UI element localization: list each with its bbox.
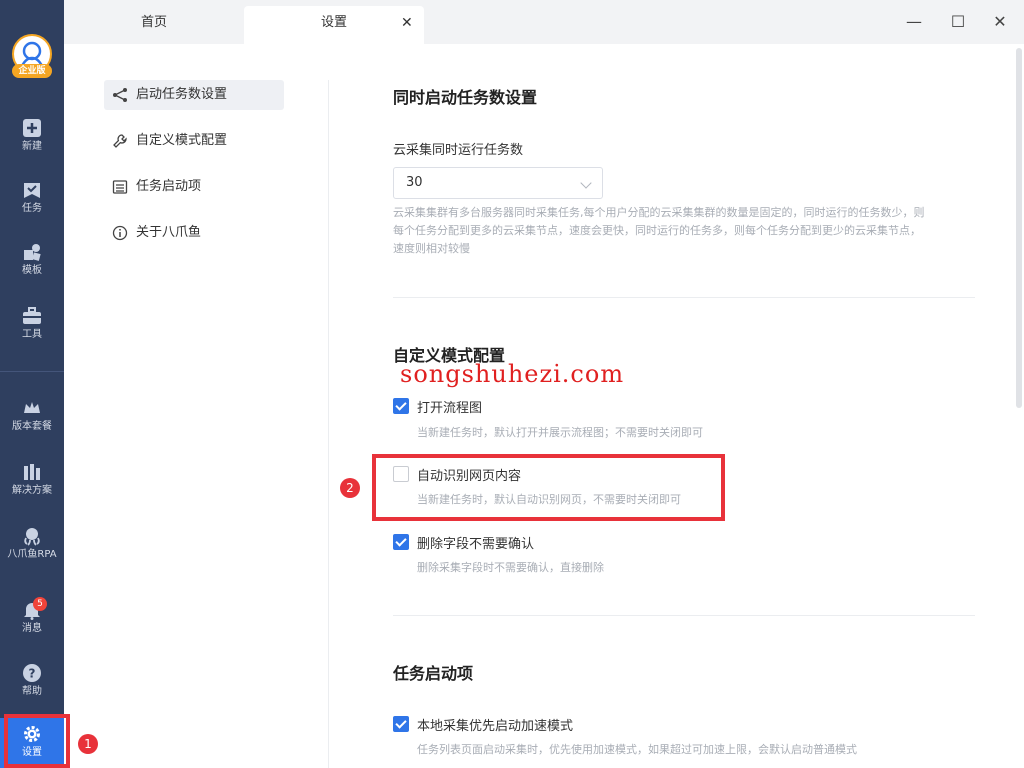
nav-item-custom-mode[interactable]: 自定义模式配置 <box>104 126 284 156</box>
rail-item-plans[interactable]: 版本套餐 <box>0 392 64 442</box>
task-count-description: 云采集集群有多台服务器同时采集任务,每个用户分配的云采集集群的数量是固定的，同时… <box>393 204 925 258</box>
rail-item-new[interactable]: 新建 <box>0 112 64 162</box>
left-rail: 企业版 新建 任务 模板 工具 版本套餐 解决方案 八爪鱼RPA 消息 5 ? … <box>0 0 64 768</box>
select-value: 30 <box>406 175 423 190</box>
rail-label: 版本套餐 <box>12 421 52 432</box>
rail-label: 模板 <box>22 265 42 276</box>
tab-home[interactable]: 首页 <box>94 6 214 44</box>
open-flowchart-desc: 当新建任务时，默认打开并展示流程图；不需要时关闭即可 <box>417 426 703 439</box>
section-divider <box>393 297 975 298</box>
cloud-task-count-select[interactable]: 30 <box>393 167 603 199</box>
rail-divider <box>0 371 64 372</box>
template-icon <box>24 244 41 261</box>
tab-settings-label: 设置 <box>320 15 347 30</box>
task-check-icon <box>24 183 40 198</box>
section-divider <box>393 615 975 616</box>
open-flowchart-checkbox[interactable] <box>393 398 409 414</box>
rail-label: 解决方案 <box>12 485 52 496</box>
open-flowchart-label: 打开流程图 <box>417 401 483 416</box>
wrench-icon <box>113 134 127 148</box>
nav-divider <box>328 80 329 768</box>
rail-item-template[interactable]: 模板 <box>0 236 64 286</box>
svg-text:?: ? <box>29 667 36 681</box>
crown-icon <box>24 402 40 413</box>
octopus-icon <box>24 528 40 546</box>
settings-nav: 启动任务数设置 自定义模式配置 任务启动项 关于八爪鱼 <box>104 80 284 264</box>
delete-field-no-confirm-desc: 删除采集字段时不需要确认，直接删除 <box>417 561 604 574</box>
desc-line: 速度则相对较慢 <box>393 242 470 255</box>
nav-item-task-startup[interactable]: 任务启动项 <box>104 172 284 202</box>
local-accelerate-label: 本地采集优先启动加速模式 <box>417 719 574 734</box>
chevron-down-icon <box>580 177 592 189</box>
settings-content: 同时启动任务数设置 云采集同时运行任务数 30 云采集集群有多台服务器同时采集任… <box>393 0 993 768</box>
annotation-box-auto-detect <box>372 454 725 521</box>
rail-item-rpa[interactable]: 八爪鱼RPA <box>0 520 64 570</box>
rail-label: 工具 <box>22 329 42 340</box>
rail-label: 新建 <box>22 141 42 152</box>
delete-field-no-confirm-checkbox[interactable] <box>393 534 409 550</box>
plus-square-icon <box>23 119 41 137</box>
app-logo[interactable]: 企业版 <box>10 32 54 78</box>
rail-label: 消息 <box>22 623 42 634</box>
scrollbar-thumb[interactable] <box>1016 48 1022 408</box>
local-accelerate-desc: 任务列表页面启动采集时，优先使用加速模式，如果超过可加速上限，会默认启动普通模式 <box>417 743 857 756</box>
annotation-marker-2: 2 <box>340 478 360 498</box>
desc-line: 每个任务分配到更多的云采集节点，速度会更快，同时运行的任务多，则每个任务分配到更… <box>393 224 921 237</box>
rail-item-messages[interactable]: 消息 <box>0 594 64 644</box>
watermark-text: songshuhezi.com <box>400 360 625 388</box>
rail-label: 八爪鱼RPA <box>7 549 57 560</box>
nav-label: 启动任务数设置 <box>136 87 228 102</box>
list-icon <box>112 180 128 194</box>
window-close-icon[interactable]: ✕ <box>990 12 1010 32</box>
section-title-task-startup: 任务启动项 <box>393 664 474 683</box>
annotation-box-settings <box>4 714 70 768</box>
help-icon: ? <box>23 664 41 682</box>
desc-line: 云采集集群有多台服务器同时采集任务,每个用户分配的云采集集群的数量是固定的，同时… <box>393 206 925 219</box>
nav-label: 自定义模式配置 <box>136 133 228 148</box>
solution-icon <box>24 464 40 480</box>
annotation-marker-1: 1 <box>78 734 98 754</box>
local-accelerate-checkbox[interactable] <box>393 716 409 732</box>
share-icon <box>113 88 127 102</box>
nav-item-about[interactable]: 关于八爪鱼 <box>104 218 284 248</box>
rail-label: 帮助 <box>22 686 42 697</box>
toolbox-icon <box>23 307 41 324</box>
nav-label: 任务启动项 <box>136 179 202 194</box>
rail-item-task[interactable]: 任务 <box>0 174 64 224</box>
delete-field-no-confirm-label: 删除字段不需要确认 <box>417 537 535 552</box>
rail-item-solutions[interactable]: 解决方案 <box>0 456 64 506</box>
enterprise-badge: 企业版 <box>12 64 52 78</box>
rail-item-help[interactable]: ? 帮助 <box>0 657 64 707</box>
info-icon <box>112 225 128 241</box>
rail-item-tools[interactable]: 工具 <box>0 300 64 350</box>
app-window: 企业版 新建 任务 模板 工具 版本套餐 解决方案 八爪鱼RPA 消息 5 ? … <box>0 0 1024 768</box>
message-count-badge: 5 <box>33 597 47 611</box>
nav-label: 关于八爪鱼 <box>136 225 202 240</box>
rail-label: 任务 <box>22 203 42 214</box>
cloud-task-count-label: 云采集同时运行任务数 <box>393 143 524 158</box>
section-title-task-count: 同时启动任务数设置 <box>393 88 538 107</box>
nav-item-task-count[interactable]: 启动任务数设置 <box>104 80 284 110</box>
